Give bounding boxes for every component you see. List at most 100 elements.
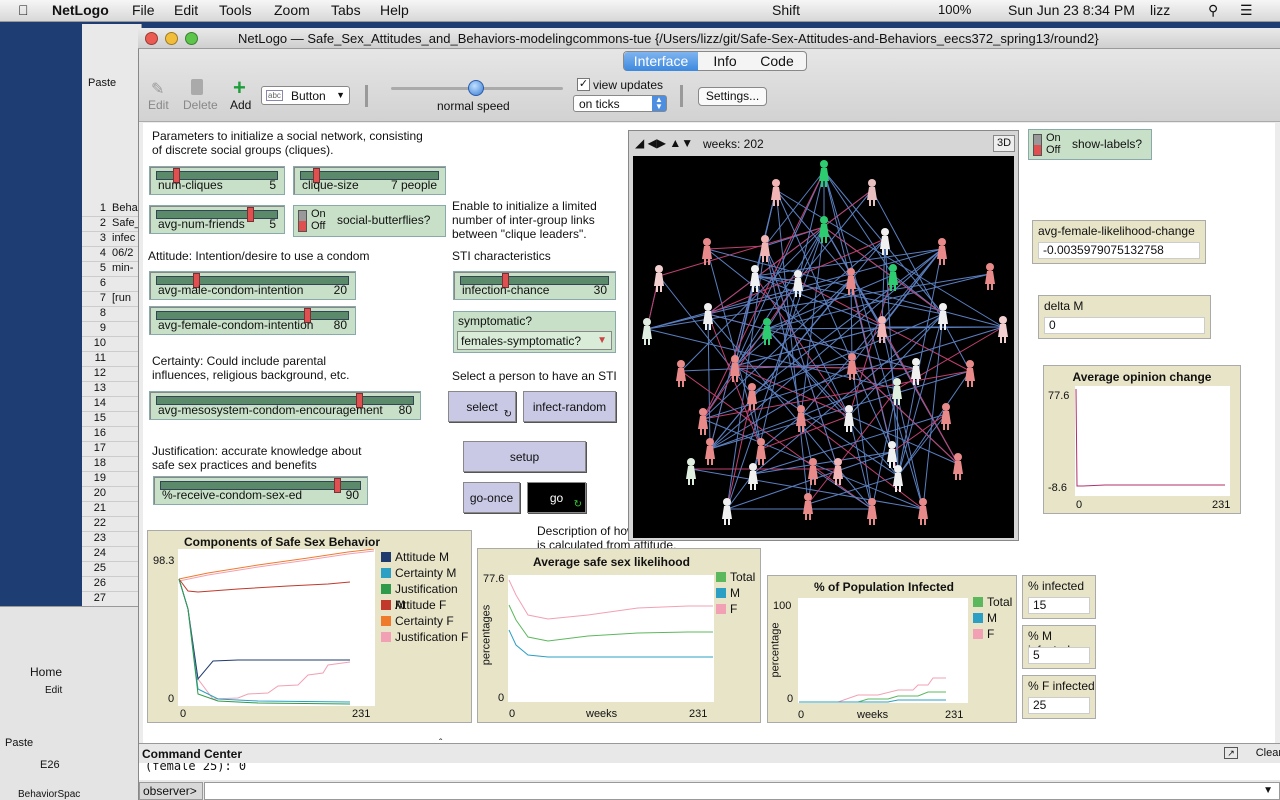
paste-label-2[interactable]: Paste [5, 737, 33, 749]
forever-icon: ↻ [573, 499, 582, 510]
switch-show-labels[interactable]: On Off show-labels? [1028, 129, 1152, 160]
tab-code[interactable]: Code [751, 52, 803, 71]
y-max: 77.6 [1048, 390, 1070, 402]
y-axis-label: percentages [480, 604, 493, 666]
view-updates-checkbox[interactable]: ✓ [577, 78, 590, 91]
note-attitude: Attitude: Intention/desire to use a cond… [148, 249, 370, 263]
go-once-button[interactable]: go-once [463, 482, 520, 513]
update-mode-value: on ticks [579, 97, 620, 111]
go-button[interactable]: go ↻ [527, 482, 586, 513]
chevron-down-icon[interactable]: ▼ [1263, 785, 1273, 796]
spreadsheet-row: 25 [82, 562, 142, 577]
clock[interactable]: Sun Jun 23 8:34 PM [1008, 2, 1135, 18]
shift-label[interactable]: Shift [772, 2, 800, 18]
slider-num-cliques[interactable]: num-cliques 5 [149, 166, 285, 195]
monitor-value: -0.0035979075132758 [1038, 242, 1200, 259]
zoom-icon[interactable] [185, 32, 198, 45]
plot-area [798, 598, 968, 703]
edit-button[interactable]: Edit [148, 98, 169, 112]
menu-edit[interactable]: Edit [174, 2, 198, 18]
three-d-button[interactable]: 3D [993, 135, 1015, 152]
app-name[interactable]: NetLogo [52, 2, 109, 18]
clear-button[interactable]: Clear [1256, 747, 1280, 759]
apple-icon[interactable]:  [18, 2, 29, 18]
divider-handle-icon[interactable]: ˆ [439, 738, 442, 749]
legend-label: Total [987, 595, 1013, 609]
plot-area [178, 549, 375, 706]
slider-thumb[interactable] [247, 207, 255, 222]
spreadsheet-row: 5 min- [82, 262, 142, 277]
legend-label: M [730, 586, 740, 600]
switch-label: social-butterflies? [337, 213, 431, 227]
slider-label: clique-size [302, 178, 359, 192]
chooser-label: symptomatic? [458, 314, 533, 328]
plot-title: % of Population Infected [814, 580, 954, 594]
slider-infection-chance[interactable]: infection-chance 30 [453, 271, 616, 300]
add-button[interactable]: Add [230, 98, 251, 112]
menu-tabs[interactable]: Tabs [331, 2, 361, 18]
legend-swatch [381, 552, 391, 562]
tab-info[interactable]: Info [700, 52, 750, 71]
select-button[interactable]: select ↻ [448, 391, 516, 422]
spreadsheet-row: 3 infec [82, 232, 142, 247]
tab-interface[interactable]: Interface [624, 52, 698, 71]
slider-value: 5 [269, 178, 276, 192]
user-name[interactable]: lizz [1150, 2, 1170, 18]
observer-prompt[interactable]: observer> [143, 784, 197, 798]
slider-clique-size[interactable]: clique-size 7 people [293, 166, 446, 195]
command-center: Command Center ˆ ↗ Clear (female 25): 0 … [139, 738, 1280, 800]
slider-avg-female-condom-intention[interactable]: avg-female-condom-intention 80 [149, 306, 356, 335]
delete-button[interactable]: Delete [183, 98, 218, 112]
slider-thumb[interactable] [333, 478, 341, 493]
spotlight-icon[interactable]: ⚲ [1208, 2, 1218, 19]
world-canvas[interactable] [633, 156, 1014, 538]
notification-icon[interactable]: ☰ [1240, 2, 1253, 19]
legend-label: Attitude M [395, 550, 450, 564]
home-tab[interactable]: Home [30, 665, 62, 679]
spreadsheet-row: 4 06/2 [82, 247, 142, 262]
close-icon[interactable] [145, 32, 158, 45]
legend: Total M F [973, 594, 1012, 642]
spreadsheet-row: 22 [82, 517, 142, 532]
plot-average-safe-sex-likelihood: Average safe sex likelihood 77.6 0 0 231… [477, 548, 761, 723]
menu-tools[interactable]: Tools [219, 2, 252, 18]
toolbar: Interface Info Code ✎ Edit Delete + Add … [139, 49, 1280, 122]
spreadsheet-row: 18 [82, 457, 142, 472]
command-input[interactable]: ▼ [204, 782, 1280, 800]
slider-avg-mesosystem-condom-encouragement[interactable]: avg-mesosystem-condom-encouragement 80 [149, 391, 421, 420]
chooser-value: females-symptomatic? [461, 334, 582, 348]
menu-help[interactable]: Help [380, 2, 409, 18]
slider-avg-num-friends[interactable]: avg-num-friends 5 [149, 205, 285, 234]
plot-area [508, 575, 714, 702]
expand-icon[interactable]: ↗ [1224, 747, 1238, 759]
switch-label: show-labels? [1072, 137, 1143, 151]
settings-button[interactable]: Settings... [698, 87, 767, 106]
menu-file[interactable]: File [132, 2, 155, 18]
view-control-icons[interactable]: ◢ ◀▶ ▲▼ [635, 136, 693, 150]
slider-receive-condom-sex-ed[interactable]: %-receive-condom-sex-ed 90 [153, 476, 368, 505]
infect-random-button[interactable]: infect-random [523, 391, 616, 422]
update-mode-select[interactable]: on ticks ▲ ▼ [573, 95, 667, 112]
menu-zoom[interactable]: Zoom [274, 2, 310, 18]
spreadsheet-row: 23 [82, 532, 142, 547]
chooser-symptomatic[interactable]: symptomatic? females-symptomatic? ▼ [453, 311, 616, 353]
switch-social-butterflies[interactable]: On Off social-butterflies? [293, 205, 446, 237]
speed-slider-thumb[interactable] [468, 80, 484, 96]
switch-on-label: On [1046, 132, 1061, 144]
minimize-icon[interactable] [165, 32, 178, 45]
slider-value: 7 people [390, 178, 437, 192]
legend-item: Attitude F [381, 597, 471, 613]
spreadsheet-row: 24 [82, 547, 142, 562]
setup-button[interactable]: setup [463, 441, 586, 472]
widget-type-select[interactable]: abc Button ▼ [261, 86, 350, 105]
legend-item: Justification F [381, 629, 471, 645]
plot-title: Components of Safe Sex Behavior [184, 535, 381, 549]
legend-label: Attitude F [395, 598, 447, 612]
speed-label: normal speed [437, 99, 510, 113]
battery-percent[interactable]: 100% [938, 2, 971, 17]
slider-label: avg-mesosystem-condom-encouragement [158, 403, 383, 417]
legend-swatch [716, 572, 726, 582]
spreadsheet-row: 6 [82, 277, 142, 292]
x-min: 0 [798, 709, 805, 721]
slider-avg-male-condom-intention[interactable]: avg-male-condom-intention 20 [149, 271, 356, 300]
